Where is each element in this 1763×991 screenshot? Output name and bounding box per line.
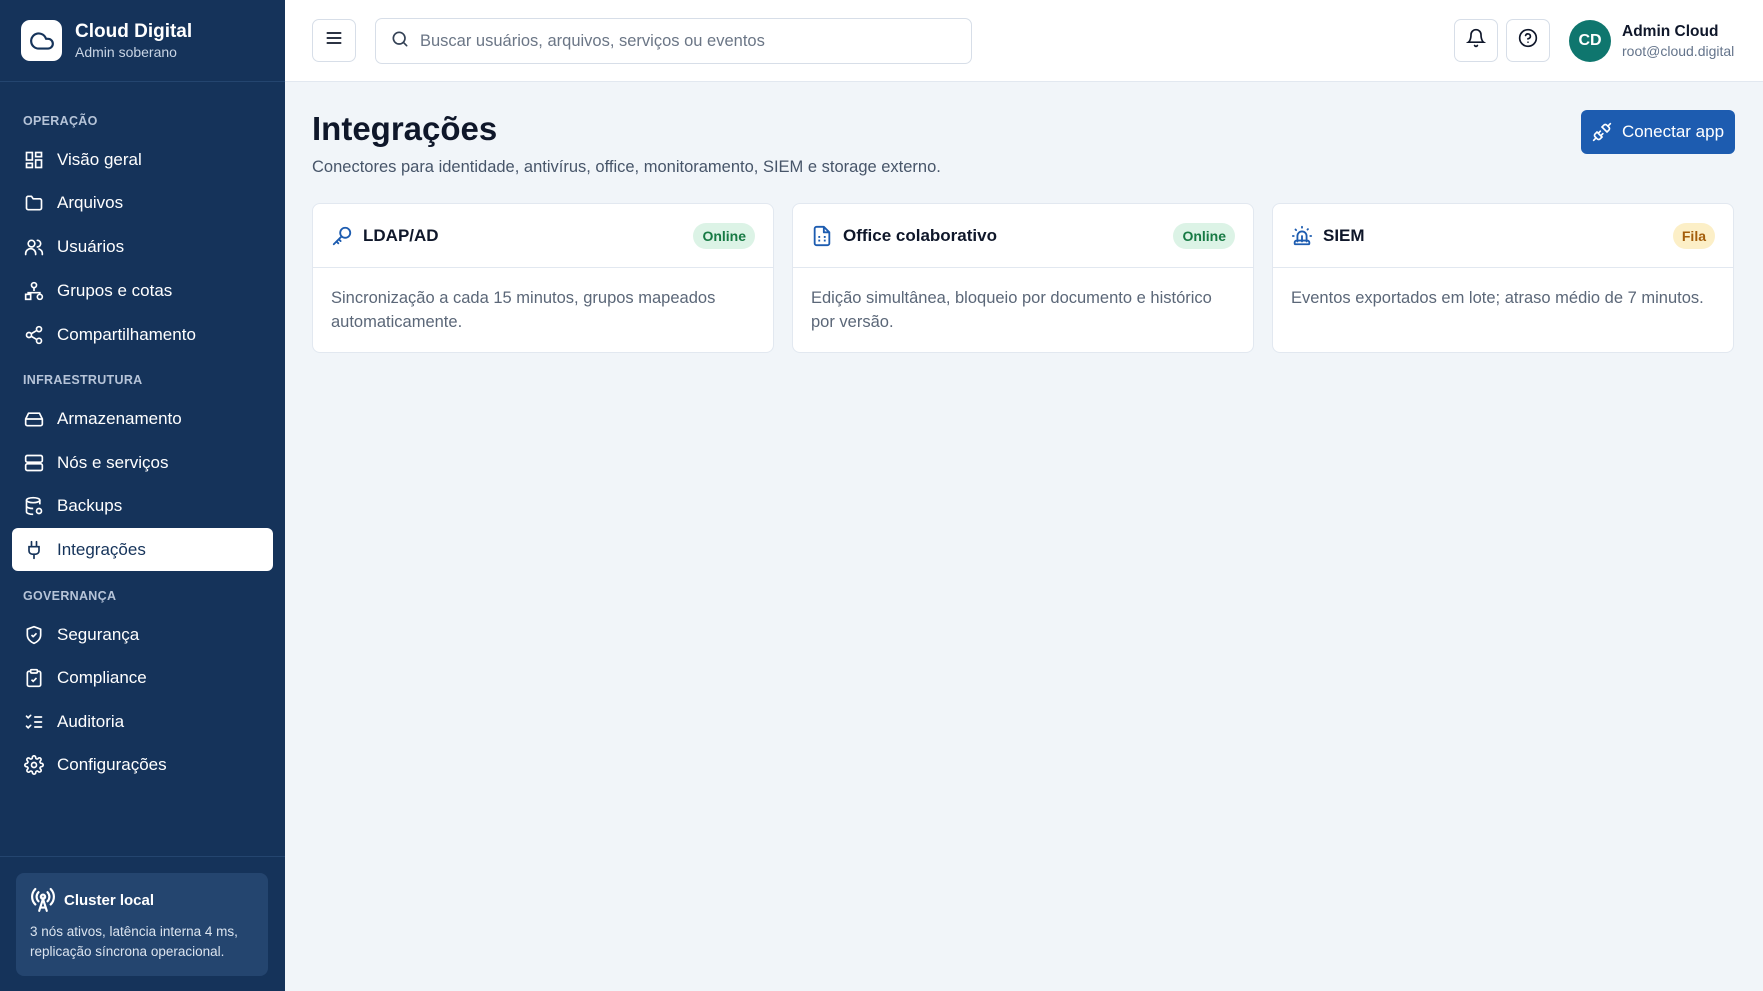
clipboard-check-icon	[23, 667, 45, 689]
sidebar-item-usuarios[interactable]: Usuários	[12, 225, 273, 268]
sidebar-item-label: Usuários	[57, 236, 125, 256]
sidebar: Cloud Digital Admin soberano OPERAÇÃO Vi…	[0, 0, 285, 991]
section-label-infraestrutura: INFRAESTRUTURA	[23, 373, 143, 387]
document-icon	[811, 225, 833, 247]
gear-icon	[23, 754, 45, 776]
cluster-status-card: Cluster local 3 nós ativos, latência int…	[16, 873, 268, 976]
sidebar-item-label: Compliance	[57, 667, 147, 687]
hamburger-menu-icon	[324, 28, 344, 53]
sidebar-item-label: Auditoria	[57, 711, 125, 731]
card-description: Eventos exportados em lote; atraso médio…	[1291, 289, 1704, 307]
cluster-title: Cluster local	[64, 891, 155, 909]
sidebar-item-arquivos[interactable]: Arquivos	[12, 181, 273, 224]
user-email: root@cloud.digital	[1622, 43, 1735, 59]
connect-app-label: Conectar app	[1621, 122, 1725, 141]
help-button[interactable]	[1506, 19, 1550, 62]
radio-tower-icon	[30, 887, 56, 913]
integration-card-siem[interactable]: SIEM Fila Eventos exportados em lote; at…	[1272, 203, 1734, 353]
search-icon	[390, 29, 410, 54]
folder-icon	[23, 192, 45, 214]
shield-check-icon	[23, 624, 45, 646]
sidebar-item-grupos-cotas[interactable]: Grupos e cotas	[12, 269, 273, 312]
search-bar[interactable]	[375, 18, 972, 64]
share-icon	[23, 324, 45, 346]
sidebar-item-visao-geral[interactable]: Visão geral	[12, 138, 273, 181]
plug-icon	[23, 539, 45, 561]
sidebar-item-integracoes[interactable]: Integrações	[12, 528, 273, 571]
section-label-operacao: OPERAÇÃO	[23, 114, 98, 128]
sidebar-item-compliance[interactable]: Compliance	[12, 656, 273, 699]
status-badge: Online	[693, 223, 755, 249]
sidebar-divider	[0, 856, 285, 857]
sidebar-item-nos-servicos[interactable]: Nós e serviços	[12, 441, 273, 484]
section-label-governanca: GOVERNANÇA	[23, 589, 117, 603]
siren-icon	[1291, 225, 1313, 247]
sidebar-item-armazenamento[interactable]: Armazenamento	[12, 397, 273, 440]
database-backup-icon	[23, 495, 45, 517]
hard-drive-icon	[23, 408, 45, 430]
sidebar-item-auditoria[interactable]: Auditoria	[12, 700, 273, 743]
sidebar-item-backups[interactable]: Backups	[12, 484, 273, 527]
list-checks-icon	[23, 711, 45, 733]
card-title: LDAP/AD	[363, 225, 439, 245]
key-icon	[331, 225, 353, 247]
help-circle-icon	[1518, 28, 1538, 53]
status-badge: Fila	[1672, 223, 1715, 249]
topbar: CD Admin Cloud root@cloud.digital	[285, 0, 1763, 82]
sidebar-item-label: Configurações	[57, 754, 167, 774]
card-description: Sincronização a cada 15 minutos, grupos …	[331, 289, 716, 331]
sidebar-item-label: Visão geral	[57, 149, 142, 169]
cloud-icon	[21, 20, 62, 61]
brand[interactable]: Cloud Digital Admin soberano	[0, 0, 285, 82]
notifications-button[interactable]	[1454, 19, 1498, 62]
users-icon	[23, 236, 45, 258]
sidebar-item-configuracoes[interactable]: Configurações	[12, 743, 273, 786]
card-title: Office colaborativo	[843, 225, 997, 245]
brand-title: Cloud Digital	[75, 20, 193, 42]
page-subtitle: Conectores para identidade, antivírus, o…	[312, 158, 941, 176]
hierarchy-icon	[23, 280, 45, 302]
sidebar-item-label: Backups	[57, 495, 123, 515]
sidebar-item-label: Arquivos	[57, 192, 124, 212]
user-name: Admin Cloud	[1622, 23, 1719, 40]
sidebar-item-label: Compartilhamento	[57, 324, 196, 344]
sidebar-item-label: Nós e serviços	[57, 452, 169, 472]
sidebar-item-label: Grupos e cotas	[57, 280, 173, 300]
page-title: Integrações	[312, 110, 498, 147]
sidebar-item-label: Integrações	[57, 539, 146, 559]
search-input[interactable]	[420, 31, 960, 51]
menu-toggle-button[interactable]	[312, 19, 356, 62]
sidebar-item-compartilhamento[interactable]: Compartilhamento	[12, 313, 273, 356]
avatar[interactable]: CD	[1569, 20, 1611, 62]
integration-card-ldap[interactable]: LDAP/AD Online Sincronização a cada 15 m…	[312, 203, 774, 353]
connect-app-button[interactable]: Conectar app	[1581, 110, 1735, 154]
dashboard-grid-icon	[23, 149, 45, 171]
integration-card-office[interactable]: Office colaborativo Online Edição simult…	[792, 203, 1254, 353]
plug-connect-icon	[1592, 122, 1612, 142]
sidebar-item-label: Segurança	[57, 624, 140, 644]
sidebar-item-label: Armazenamento	[57, 408, 182, 428]
card-title: SIEM	[1323, 225, 1365, 245]
cluster-description: 3 nós ativos, latência interna 4 ms, rep…	[30, 924, 238, 959]
status-badge: Online	[1173, 223, 1235, 249]
server-icon	[23, 452, 45, 474]
card-description: Edição simultânea, bloqueio por document…	[811, 289, 1212, 331]
bell-icon	[1465, 28, 1487, 53]
brand-subtitle: Admin soberano	[75, 43, 177, 60]
sidebar-item-seguranca[interactable]: Segurança	[12, 613, 273, 656]
